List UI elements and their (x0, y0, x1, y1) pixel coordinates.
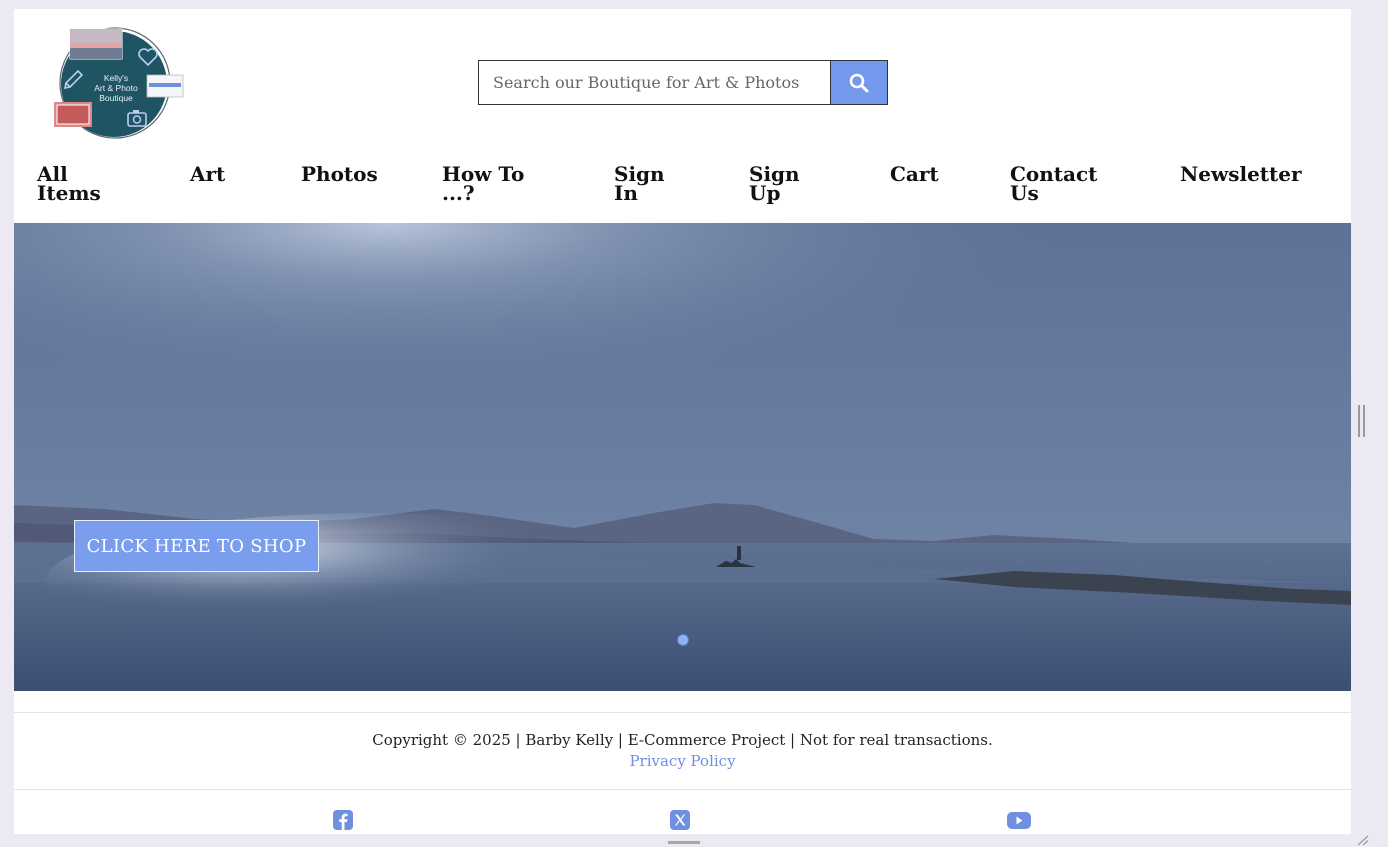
page: Kelly's Art & Photo Boutique All Items A… (14, 9, 1351, 834)
footer-divider-bottom (14, 789, 1351, 790)
nav-sign-in[interactable]: Sign In (614, 164, 665, 205)
nav-contact-us[interactable]: Contact Us (1010, 164, 1097, 205)
cursor-indicator-icon (677, 634, 689, 646)
logo-line-3: Boutique (99, 93, 133, 103)
nav-photos-label: Photos (301, 162, 378, 186)
nav-all-items[interactable]: All Items (37, 164, 101, 205)
nav-sign-up-line-2: Up (749, 181, 781, 205)
facebook-icon (333, 810, 353, 830)
logo-line-2: Art & Photo (94, 83, 138, 93)
x-twitter-link[interactable] (669, 809, 691, 831)
hero-seascape-image (14, 223, 1351, 691)
youtube-icon (1007, 812, 1031, 829)
copyright-text: Copyright © 2025 | Barby Kelly | E-Comme… (372, 731, 993, 749)
nav-sign-in-line-2: In (614, 181, 638, 205)
youtube-link[interactable] (1006, 809, 1031, 831)
nav-cart-label: Cart (890, 162, 939, 186)
search-input[interactable] (478, 60, 830, 105)
bottom-resize-handle[interactable] (668, 841, 700, 844)
nav-cart[interactable]: Cart (890, 162, 939, 186)
resize-corner-icon[interactable] (1356, 834, 1370, 846)
nav-all-items-line-2: Items (37, 181, 101, 205)
nav-newsletter[interactable]: Newsletter (1180, 162, 1302, 186)
nav-art[interactable]: Art (190, 162, 226, 186)
shop-now-button[interactable]: CLICK HERE TO SHOP (74, 520, 319, 572)
nav-contact-us-line-2: Us (1010, 181, 1039, 205)
boutique-logo[interactable]: Kelly's Art & Photo Boutique (52, 27, 187, 142)
hero-banner: CLICK HERE TO SHOP (14, 223, 1351, 691)
facebook-link[interactable] (332, 809, 354, 831)
main-nav: All Items Art Photos How To ...? Sign In… (14, 161, 1351, 223)
nav-art-label: Art (190, 162, 226, 186)
search-button[interactable] (830, 60, 888, 105)
search-bar (478, 60, 888, 105)
nav-how-to[interactable]: How To ...? (442, 164, 524, 205)
pane-splitter-handle[interactable] (1358, 405, 1366, 437)
nav-newsletter-label: Newsletter (1180, 162, 1302, 186)
footer-divider-top (14, 712, 1351, 713)
logo-line-1: Kelly's (103, 73, 129, 83)
privacy-policy-link[interactable]: Privacy Policy (14, 752, 1351, 770)
nav-photos[interactable]: Photos (301, 162, 378, 186)
search-icon (849, 73, 869, 92)
nav-how-to-line-2: ...? (442, 181, 475, 205)
nav-sign-up[interactable]: Sign Up (749, 164, 800, 205)
x-twitter-icon (670, 810, 690, 830)
logo-text: Kelly's Art & Photo Boutique (94, 73, 137, 103)
